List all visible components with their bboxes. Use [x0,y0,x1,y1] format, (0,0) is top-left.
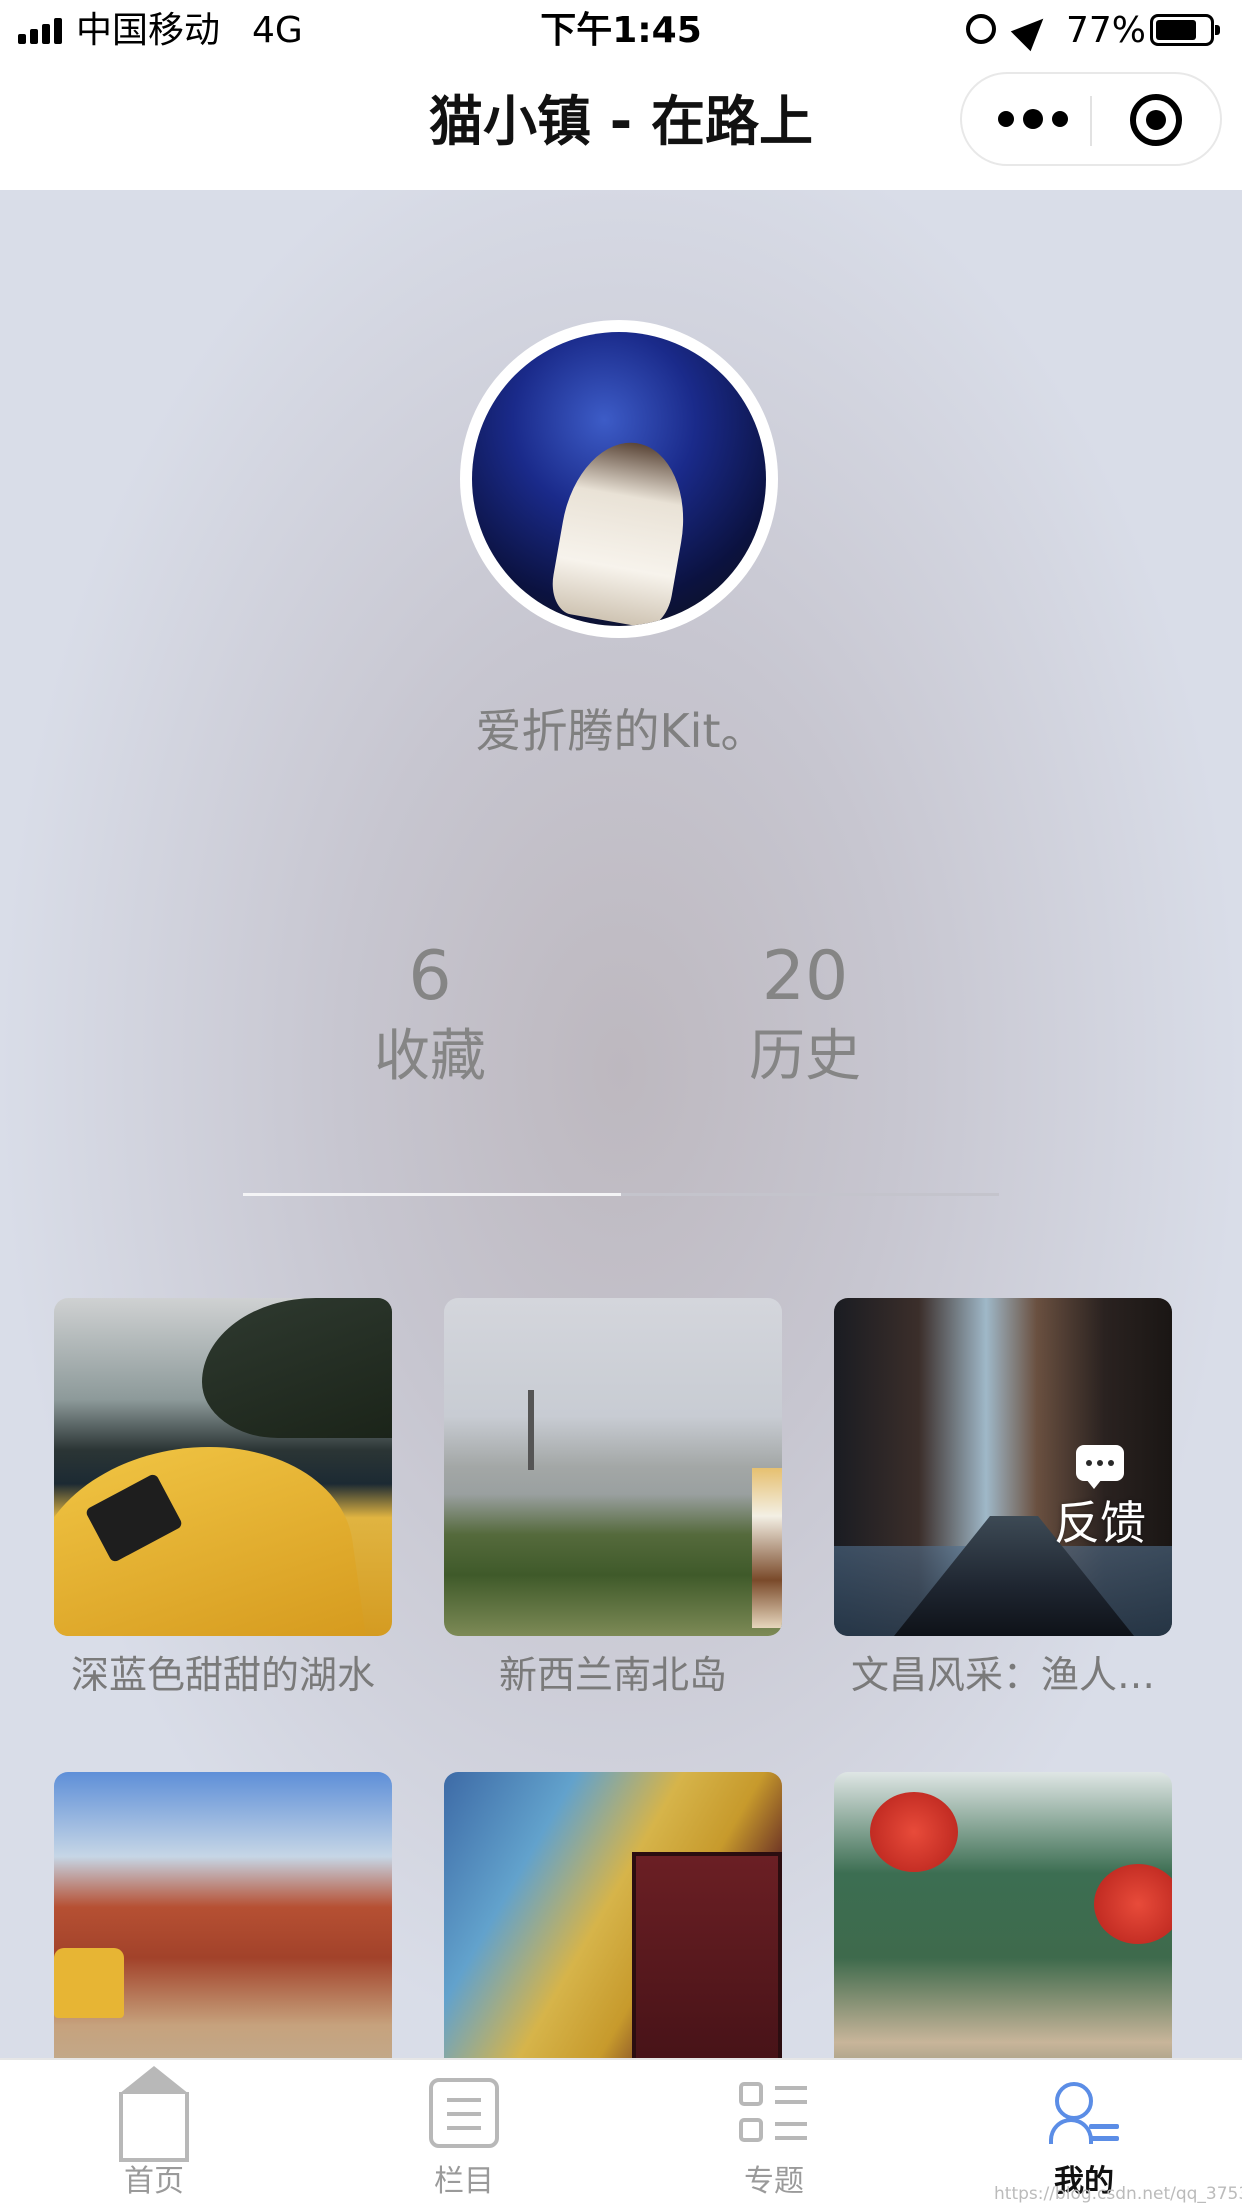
tab-home[interactable]: 首页 [64,2066,244,2200]
article-card[interactable]: 深蓝色甜甜的湖水 [54,1298,392,1699]
tab-me[interactable]: 我的 [994,2078,1174,2200]
navigation-bar: 猫小镇 - 在路上 [0,62,1242,190]
watermark: https://blog.csdn.net/qq_37532042 [994,2184,1242,2204]
orientation-lock-icon [966,14,996,44]
avatar[interactable] [460,320,778,638]
home-icon [119,2066,189,2162]
favorites-label: 收藏 [374,1024,486,1089]
article-title: 深蓝色甜甜的湖水 [70,1653,375,1697]
mini-program-capsule [960,72,1222,166]
article-card[interactable] [54,1772,392,2058]
history-count: 20 [761,937,849,1016]
tab-label: 首页 [124,2164,184,2199]
article-title: 文昌风采：渔人… [850,1653,1155,1697]
profile-icon [1049,2078,1119,2148]
article-card[interactable] [444,1772,782,2058]
tab-columns[interactable]: 栏目 [374,2078,554,2200]
city-view-image [444,1298,782,1636]
favorites-count: 6 [408,937,452,1016]
status-bar: 中国移动 4G 下午1:45 77% [0,0,1242,62]
feedback-button[interactable]: 反馈 [1030,1445,1170,1553]
tab-topics[interactable]: 专题 [684,2078,864,2200]
battery-percent: 77% [1066,10,1147,51]
clock: 下午1:45 [540,10,702,51]
tab-label: 专题 [744,2164,804,2199]
chat-bubble-icon [1076,1445,1124,1489]
tab-indicator-active [243,1193,621,1196]
avatar-image [472,332,766,626]
lake-kayak-image [54,1298,392,1636]
favorites-tab[interactable]: 6 收藏 [350,935,510,1095]
article-title: 新西兰南北岛 [498,1653,727,1697]
more-icon[interactable] [998,104,1068,134]
profile-page: 爱折腾的Kit。 6 收藏 20 历史 深蓝色甜甜的湖水 新西兰南北岛 文昌风采… [0,190,1242,2058]
grid-list-icon [739,2078,809,2148]
battery-icon [1150,14,1220,46]
article-card[interactable]: 新西兰南北岛 [444,1298,782,1699]
painted-wall-image [444,1772,782,2058]
capsule-divider [1090,96,1092,146]
history-label: 历史 [749,1024,861,1089]
close-capsule-icon[interactable] [1130,94,1182,146]
username: 爱折腾的Kit。 [475,704,767,758]
chinatown-gate-image [834,1772,1172,2058]
list-icon [429,2078,499,2148]
tab-indicator-track [243,1193,999,1196]
article-card[interactable] [834,1772,1172,2058]
tab-label: 栏目 [434,2164,494,2199]
feedback-label: 反馈 [1054,1496,1146,1550]
desert-road-image [54,1772,392,2058]
history-tab[interactable]: 20 历史 [725,935,885,1095]
